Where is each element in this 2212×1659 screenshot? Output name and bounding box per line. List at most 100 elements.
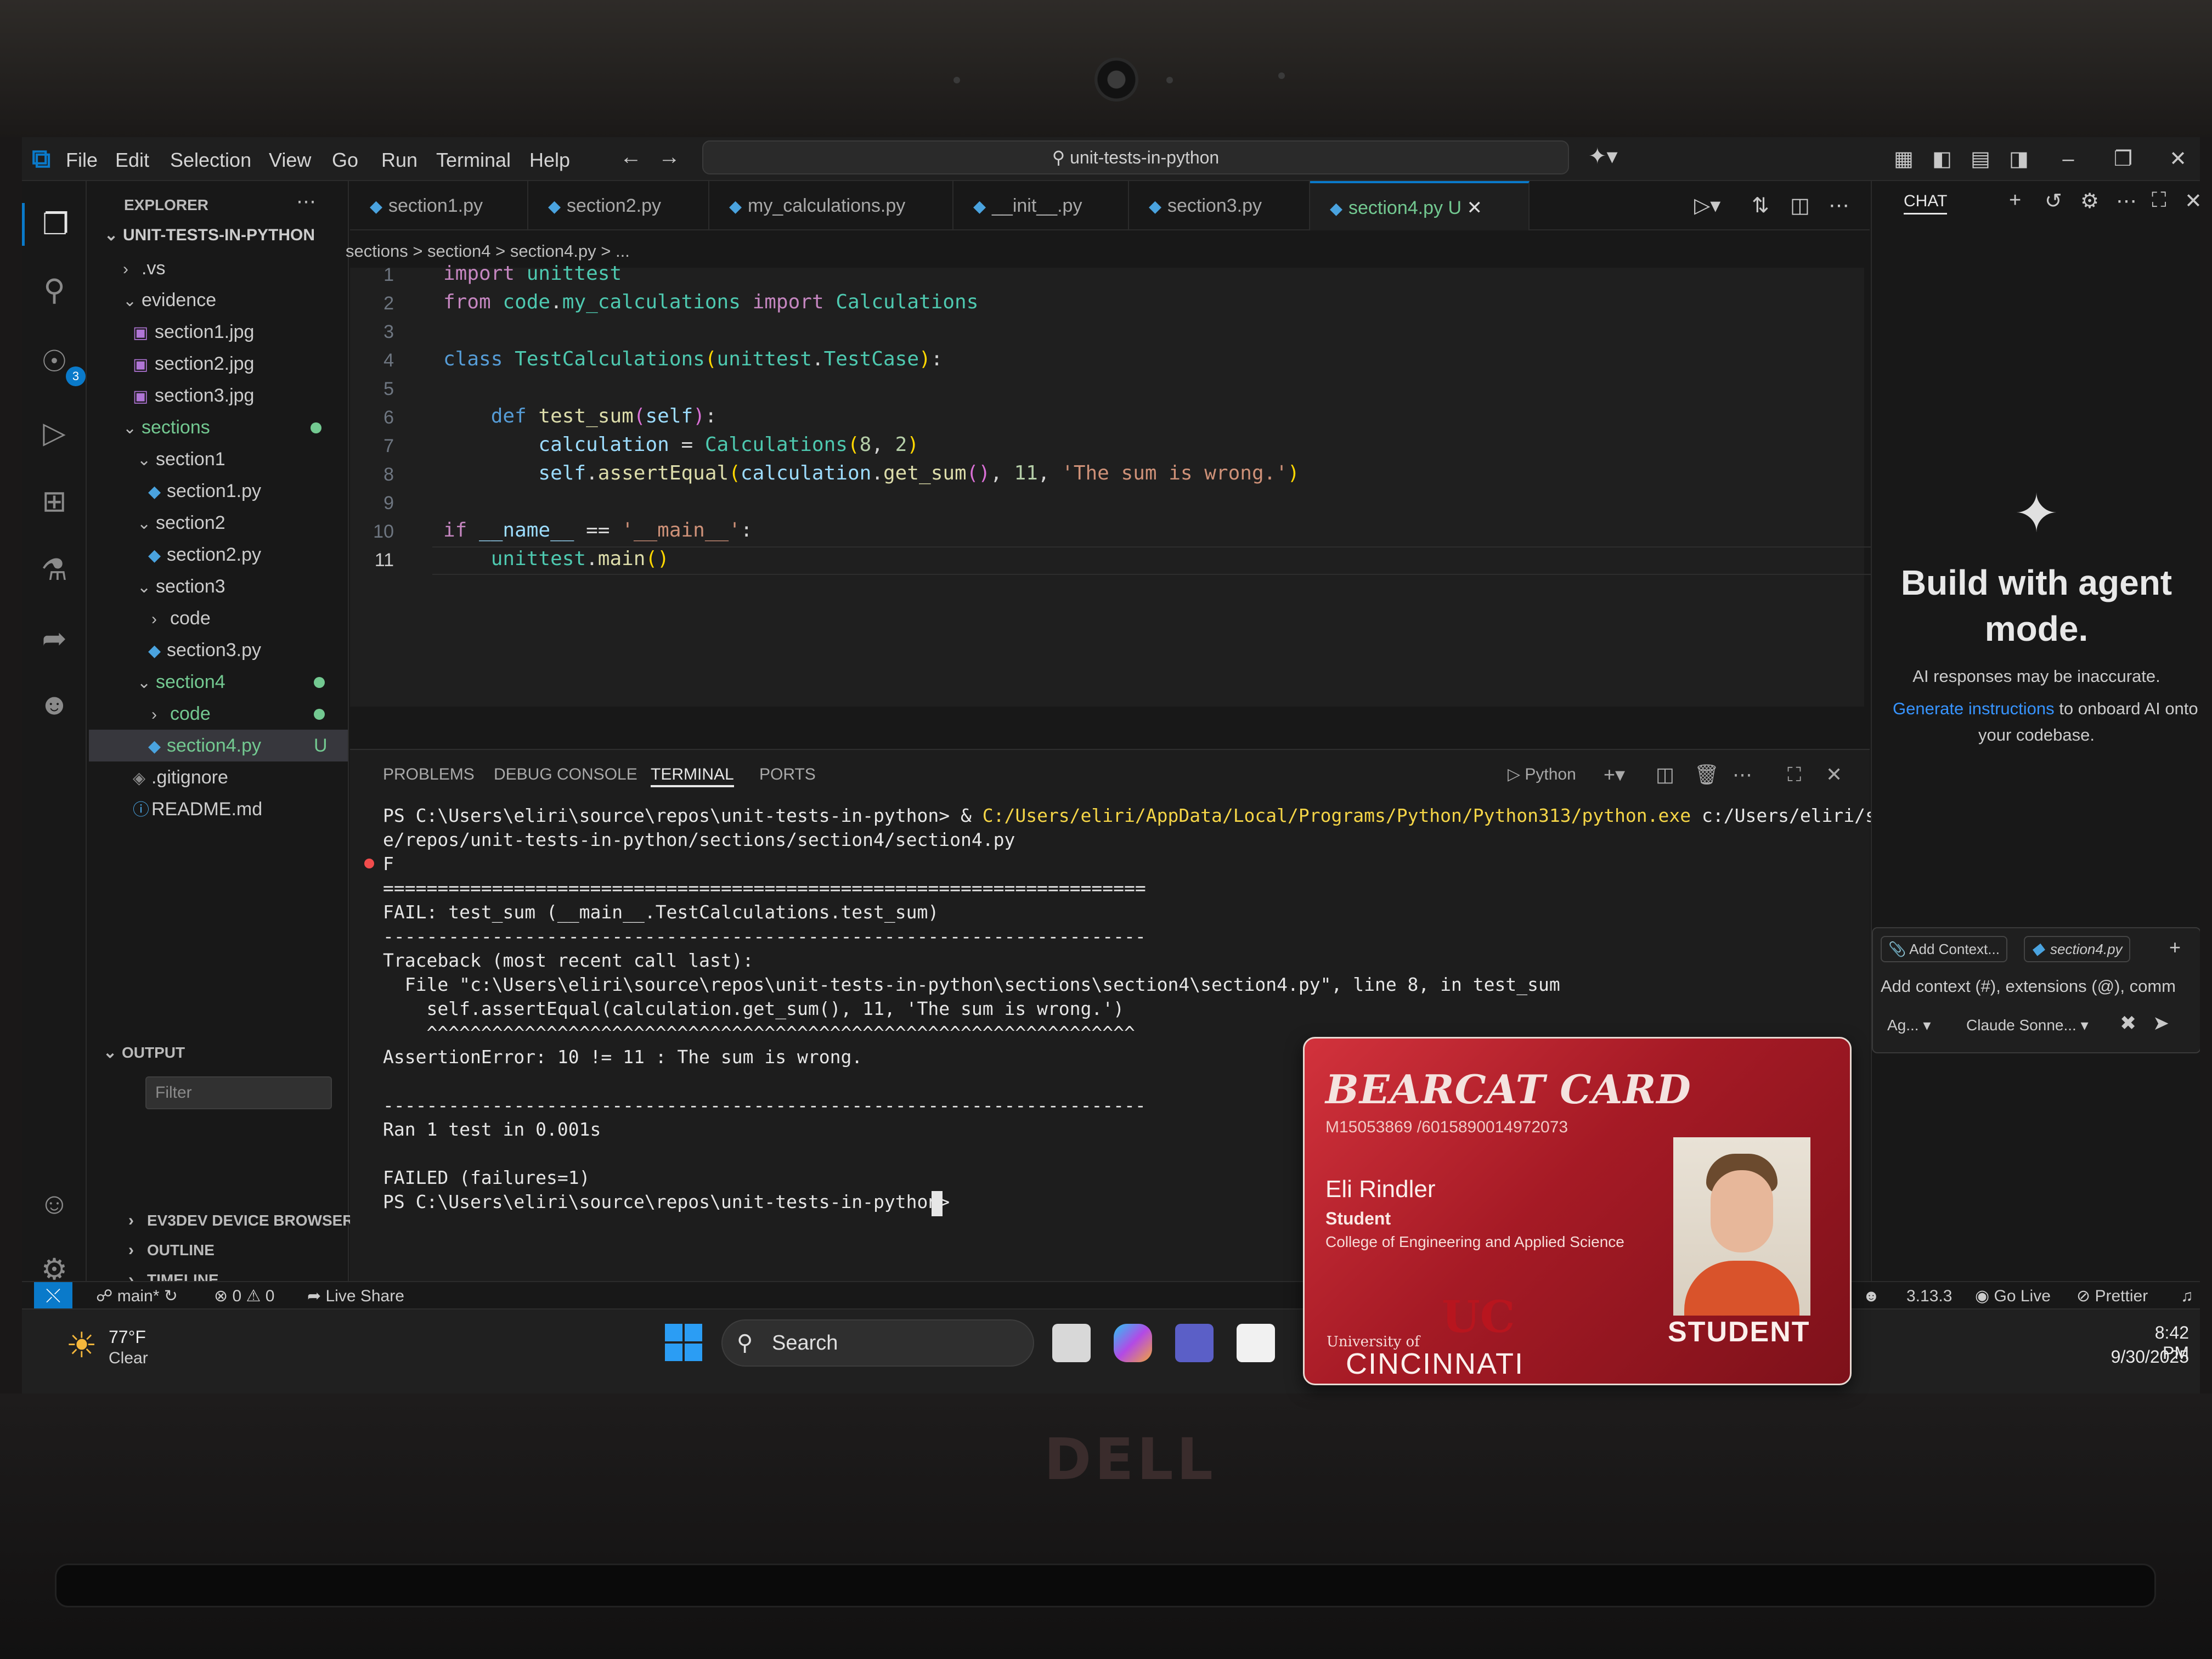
tab-section4[interactable]: ◆ section4.py U ✕ <box>1310 181 1530 230</box>
weather-temp[interactable]: 77°F <box>109 1327 146 1347</box>
problems-status[interactable]: ⊗ 0 ⚠ 0 <box>214 1285 274 1307</box>
maximize-panel-icon[interactable]: ⛶ <box>1787 762 1801 787</box>
tab-ports[interactable]: PORTS <box>759 762 816 787</box>
settings-gear-icon[interactable]: ⚙ <box>2080 189 2099 213</box>
tab-my-calculations[interactable]: ◆ my_calculations.py <box>709 181 953 230</box>
tree-item[interactable]: ⌄ section1 <box>137 443 225 475</box>
testing-icon[interactable]: ⚗ <box>33 549 76 591</box>
split-terminal-icon[interactable]: ◫ <box>1656 762 1674 787</box>
maximize-icon[interactable]: ⛶ <box>2152 189 2166 212</box>
run-debug-icon[interactable]: ▷ <box>33 411 76 454</box>
ev3dev-section-header[interactable]: › EV3DEV DEVICE BROWSER <box>128 1205 354 1237</box>
tree-item[interactable]: ⌄ sections <box>123 411 210 443</box>
menu-selection[interactable]: Selection <box>170 148 251 172</box>
tab-section3[interactable]: ◆ section3.py <box>1129 181 1310 230</box>
tree-item[interactable]: ⌄ section4 <box>137 666 225 698</box>
back-arrow-icon[interactable]: ← <box>620 145 642 170</box>
extensions-icon[interactable]: ⊞ <box>33 480 76 523</box>
menu-go[interactable]: Go <box>332 148 358 172</box>
new-chat-icon[interactable]: + <box>2009 189 2021 212</box>
close-panel-icon[interactable]: ✕ <box>1826 762 1842 787</box>
tab-chat[interactable]: CHAT <box>1904 192 1948 215</box>
forward-arrow-icon[interactable]: → <box>658 145 680 170</box>
copilot-app-icon[interactable] <box>1114 1324 1152 1362</box>
clock-date[interactable]: 9/30/2025 <box>2107 1347 2189 1367</box>
tab-section1[interactable]: ◆ section1.py <box>350 181 528 230</box>
tree-item[interactable]: ◈ .gitignore <box>133 761 228 793</box>
tab-terminal[interactable]: TERMINAL <box>651 762 734 787</box>
menu-edit[interactable]: Edit <box>115 148 149 172</box>
generate-instructions-link[interactable]: Generate instructions <box>1893 699 2055 718</box>
notifications-bell-icon[interactable]: ♫ <box>2181 1285 2193 1307</box>
menu-view[interactable]: View <box>269 148 311 172</box>
close-icon[interactable]: ✕ <box>2162 143 2194 176</box>
tree-item[interactable]: ◆ section3.py <box>148 634 261 666</box>
more-actions-icon[interactable]: ⋯ <box>296 190 316 213</box>
split-editor-icon[interactable]: ◫ <box>1790 193 1810 218</box>
tab-init[interactable]: ◆ __init__.py <box>953 181 1129 230</box>
close-icon[interactable]: ✕ <box>2185 189 2200 213</box>
compare-changes-icon[interactable]: ⇅ <box>1752 193 1769 218</box>
tree-item[interactable]: ⌄ section2 <box>137 507 225 539</box>
chat-input-placeholder[interactable]: Add context (#), extensions (@), comm <box>1881 977 2199 996</box>
tree-item[interactable]: ⌄ section3 <box>137 571 225 602</box>
start-windows-icon[interactable] <box>665 1324 703 1362</box>
tree-item[interactable]: › .vs <box>123 252 165 284</box>
workspace-root[interactable]: ⌄ UNIT-TESTS-IN-PYTHON <box>104 219 315 251</box>
toggle-panel-icon[interactable]: ▤ <box>1964 143 1997 176</box>
tree-item[interactable]: ⓘ README.md <box>133 793 262 825</box>
weather-icon[interactable]: ☀ <box>66 1325 97 1366</box>
menu-file[interactable]: File <box>66 148 98 172</box>
chat-input-box[interactable]: 📎 Add Context... ◆ section4.py + Add cont… <box>1872 927 2200 1053</box>
more-actions-icon[interactable]: ⋯ <box>2116 189 2137 213</box>
tree-item[interactable]: ◆ section2.py <box>148 539 261 571</box>
menu-terminal[interactable]: Terminal <box>436 148 511 172</box>
restore-icon[interactable]: ❐ <box>2107 143 2140 176</box>
taskbar-search-box[interactable]: ⚲ Search <box>721 1319 1034 1367</box>
output-filter-input[interactable]: Filter <box>145 1076 332 1109</box>
go-live-status[interactable]: ◉ Go Live <box>1975 1285 2051 1307</box>
store-icon[interactable] <box>1237 1324 1275 1362</box>
more-actions-icon[interactable]: ⋯ <box>1733 762 1752 787</box>
search-icon[interactable]: ⚲ <box>33 269 76 312</box>
more-actions-icon[interactable]: ⋯ <box>1829 193 1849 218</box>
live-share-icon[interactable]: ➦ <box>33 617 76 660</box>
toggle-sidebar-icon[interactable]: ◧ <box>1926 143 1959 176</box>
code-editor[interactable]: 1 2 3 4 5 6 7 8 9 10 11 import unittest … <box>350 262 2138 707</box>
toggle-secondary-sidebar-icon[interactable]: ◨ <box>2002 143 2035 176</box>
task-view-icon[interactable] <box>1052 1324 1091 1362</box>
outline-section-header[interactable]: › OUTLINE <box>128 1234 215 1266</box>
copilot-icon[interactable]: ✦▾ <box>1588 144 1618 169</box>
tree-item[interactable]: › code <box>151 602 211 634</box>
new-terminal-icon[interactable]: +▾ <box>1604 762 1625 787</box>
tab-problems[interactable]: PROBLEMS <box>383 762 475 787</box>
command-center[interactable]: ⚲ unit-tests-in-python <box>702 140 1569 174</box>
add-context-button[interactable]: 📎 Add Context... <box>1881 936 2007 962</box>
tree-item[interactable]: ▣ section3.jpg <box>133 380 254 411</box>
add-icon[interactable]: + <box>2169 936 2181 959</box>
remote-icon[interactable]: ⤬ <box>34 1282 72 1310</box>
layout-customize-icon[interactable]: ▦ <box>1887 143 1920 176</box>
history-icon[interactable]: ↺ <box>2045 189 2062 213</box>
prettier-status[interactable]: ⊘ Prettier <box>2076 1285 2148 1307</box>
menu-help[interactable]: Help <box>529 148 570 172</box>
tree-item[interactable]: ⌄ evidence <box>123 284 216 316</box>
copilot-status-icon[interactable]: ☻ <box>1863 1285 1880 1307</box>
context-file-chip[interactable]: ◆ section4.py <box>2024 936 2130 962</box>
kill-terminal-icon[interactable]: 🗑 <box>1694 762 1719 787</box>
tab-section2[interactable]: ◆ section2.py <box>528 181 709 230</box>
minimize-icon[interactable]: – <box>2052 143 2085 176</box>
branch-status[interactable]: ☍ main* ↻ <box>96 1285 178 1307</box>
explorer-icon[interactable]: ❐ <box>22 203 87 246</box>
tree-item[interactable]: › code <box>151 698 211 730</box>
python-version[interactable]: 3.13.3 <box>1906 1285 1952 1307</box>
output-section-header[interactable]: ⌄ OUTPUT <box>103 1037 185 1069</box>
send-icon[interactable]: ➤ <box>2153 1012 2169 1035</box>
tree-item-selected[interactable]: ◆ section4.py <box>148 730 261 761</box>
tree-item[interactable]: ▣ section1.jpg <box>133 316 254 348</box>
teams-icon[interactable] <box>1175 1324 1214 1362</box>
tree-item[interactable]: ◆ section1.py <box>148 475 261 507</box>
menu-run[interactable]: Run <box>381 148 417 172</box>
live-share-status[interactable]: ➦ Live Share <box>307 1285 404 1307</box>
terminal-shell-selector[interactable]: ▷ Python <box>1508 762 1576 787</box>
